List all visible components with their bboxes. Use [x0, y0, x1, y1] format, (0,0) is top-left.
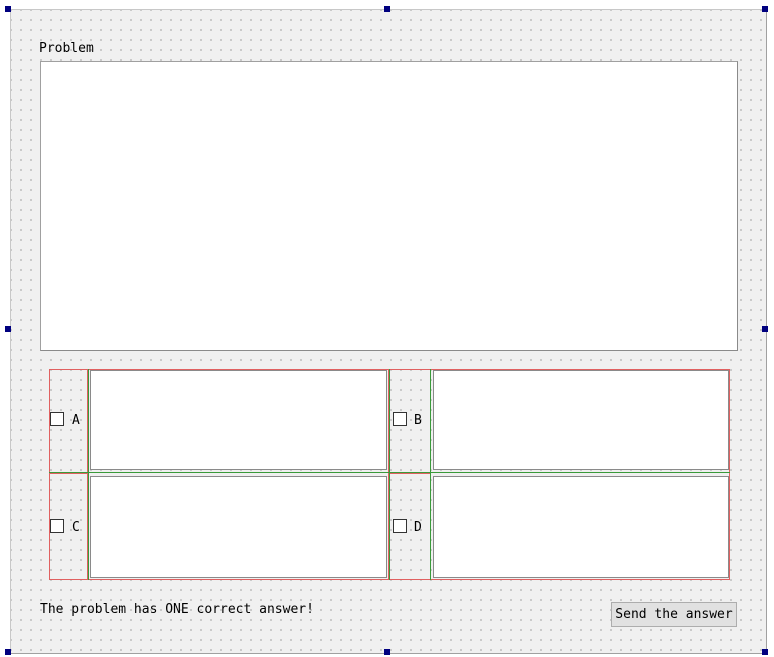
- selection-handle-top-right[interactable]: [762, 6, 768, 12]
- option-c-label: C: [72, 520, 80, 535]
- send-answer-button[interactable]: Send the answer: [611, 602, 737, 627]
- option-c-answer-field[interactable]: [90, 476, 387, 578]
- grid-column-divider-3: [430, 369, 431, 580]
- problem-label: Problem: [39, 41, 94, 56]
- selection-handle-middle-left[interactable]: [5, 326, 11, 332]
- option-d-answer-field[interactable]: [433, 476, 729, 578]
- problem-text-area[interactable]: [40, 61, 738, 351]
- grid-column-divider-1: [88, 369, 89, 580]
- option-a-label: A: [72, 413, 80, 428]
- selection-handle-bottom-left[interactable]: [5, 649, 11, 655]
- hint-text: The problem has ONE correct answer!: [40, 602, 314, 617]
- selection-handle-bottom-right[interactable]: [762, 649, 768, 655]
- selection-handle-bottom-center[interactable]: [384, 649, 390, 655]
- selection-handle-middle-right[interactable]: [762, 326, 768, 332]
- option-a-checkbox[interactable]: [50, 412, 64, 426]
- selection-handle-top-left[interactable]: [5, 6, 11, 12]
- option-d-label: D: [414, 520, 422, 535]
- option-b-answer-field[interactable]: [433, 370, 729, 470]
- option-a-answer-field[interactable]: [90, 370, 387, 470]
- option-b-checkbox[interactable]: [393, 412, 407, 426]
- option-b-label: B: [414, 413, 422, 428]
- option-d-checkbox[interactable]: [393, 519, 407, 533]
- option-c-checkbox[interactable]: [50, 519, 64, 533]
- grid-column-divider-2: [389, 369, 390, 580]
- selection-handle-top-center[interactable]: [384, 6, 390, 12]
